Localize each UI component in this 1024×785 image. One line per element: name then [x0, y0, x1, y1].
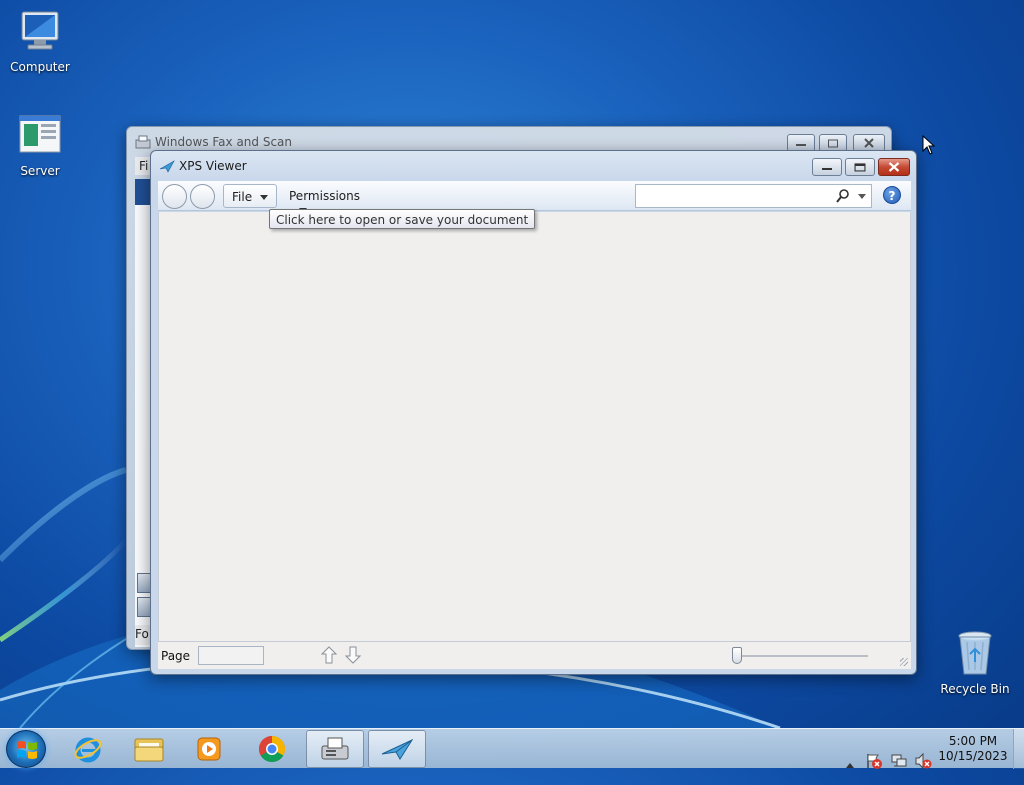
computer-label: Computer — [10, 60, 70, 74]
show-hidden-icons-icon[interactable] — [845, 745, 855, 785]
file-menu-button[interactable]: File — [223, 184, 277, 208]
xps-maximize-button[interactable] — [845, 158, 875, 176]
server-label: Server — [20, 164, 60, 178]
forward-button[interactable] — [190, 184, 215, 209]
xps-viewer-icon — [159, 160, 175, 173]
close-icon — [864, 138, 874, 148]
search-box[interactable] — [635, 184, 872, 208]
action-center-flag-icon[interactable] — [865, 741, 883, 781]
computer-icon — [21, 11, 59, 50]
file-button-tooltip: Click here to open or save your document — [269, 209, 536, 229]
network-status-icon[interactable] — [890, 741, 908, 781]
volume-muted-icon[interactable] — [914, 741, 932, 781]
page-number-input[interactable] — [198, 646, 264, 665]
document-viewing-area[interactable] — [158, 212, 911, 641]
search-input[interactable] — [640, 186, 830, 206]
fax-icon — [135, 135, 151, 149]
minimize-icon — [822, 168, 832, 170]
chrome-icon — [258, 735, 286, 763]
recycle-bin-desktop-icon[interactable]: Recycle Bin — [935, 630, 1015, 696]
recycle-bin-icon — [958, 631, 992, 675]
permissions-menu-button[interactable]: Permissions — [281, 184, 377, 213]
resize-grip[interactable] — [900, 658, 908, 666]
back-button[interactable] — [162, 184, 187, 209]
file-menu-label: File — [232, 190, 253, 204]
system-clock[interactable]: 5:00 PM 10/15/2023 — [938, 734, 1008, 764]
windows-logo-icon — [17, 741, 37, 759]
zoom-slider-track[interactable] — [738, 655, 868, 657]
permissions-menu-label: Permissions — [289, 189, 360, 203]
next-page-arrow-icon[interactable] — [345, 646, 361, 664]
fax-icon — [321, 737, 349, 760]
server-desktop-icon[interactable]: Server — [0, 112, 80, 178]
taskbar: 5:00 PM 10/15/2023 — [0, 728, 1024, 770]
taskbar-fax-and-scan[interactable] — [306, 730, 364, 768]
xps-toolbar: File Permissions ? — [158, 181, 911, 213]
taskbar-xps-viewer[interactable] — [368, 730, 426, 768]
help-icon[interactable]: ? — [883, 186, 901, 204]
xps-statusbar: Page — [158, 641, 911, 669]
fax-window-title: Windows Fax and Scan — [155, 135, 293, 149]
server-shortcut-icon — [19, 115, 61, 153]
computer-desktop-icon[interactable]: Computer — [0, 8, 80, 74]
taskbar-media-player[interactable] — [180, 730, 238, 768]
show-desktop-button[interactable] — [1013, 729, 1024, 769]
chevron-down-icon — [260, 195, 269, 200]
recycle-bin-label: Recycle Bin — [940, 682, 1010, 696]
xps-close-button[interactable] — [878, 158, 910, 176]
close-icon — [888, 162, 900, 172]
previous-page-arrow-icon[interactable] — [321, 646, 337, 664]
xps-minimize-button[interactable] — [812, 158, 842, 176]
zoom-slider-thumb[interactable] — [732, 647, 742, 664]
media-player-icon — [197, 737, 221, 761]
taskbar-internet-explorer[interactable] — [59, 730, 117, 768]
clock-date: 10/15/2023 — [938, 749, 1008, 763]
xps-viewer-icon — [381, 738, 413, 760]
search-options-chevron-icon[interactable] — [858, 194, 866, 199]
xps-window-titlebar[interactable]: XPS Viewer — [151, 151, 916, 179]
internet-explorer-icon — [74, 737, 102, 763]
folder-icon — [134, 738, 164, 762]
page-label: Page — [161, 649, 191, 663]
clock-time: 5:00 PM — [948, 734, 998, 748]
restore-icon — [828, 139, 838, 148]
restore-icon — [854, 163, 866, 172]
search-icon[interactable] — [836, 189, 849, 203]
taskbar-chrome[interactable] — [243, 730, 301, 768]
xps-window-title: XPS Viewer — [179, 159, 247, 173]
taskbar-windows-explorer[interactable] — [120, 730, 178, 768]
start-button[interactable] — [6, 730, 46, 768]
mouse-cursor-icon — [922, 135, 935, 155]
minimize-icon — [796, 144, 806, 146]
